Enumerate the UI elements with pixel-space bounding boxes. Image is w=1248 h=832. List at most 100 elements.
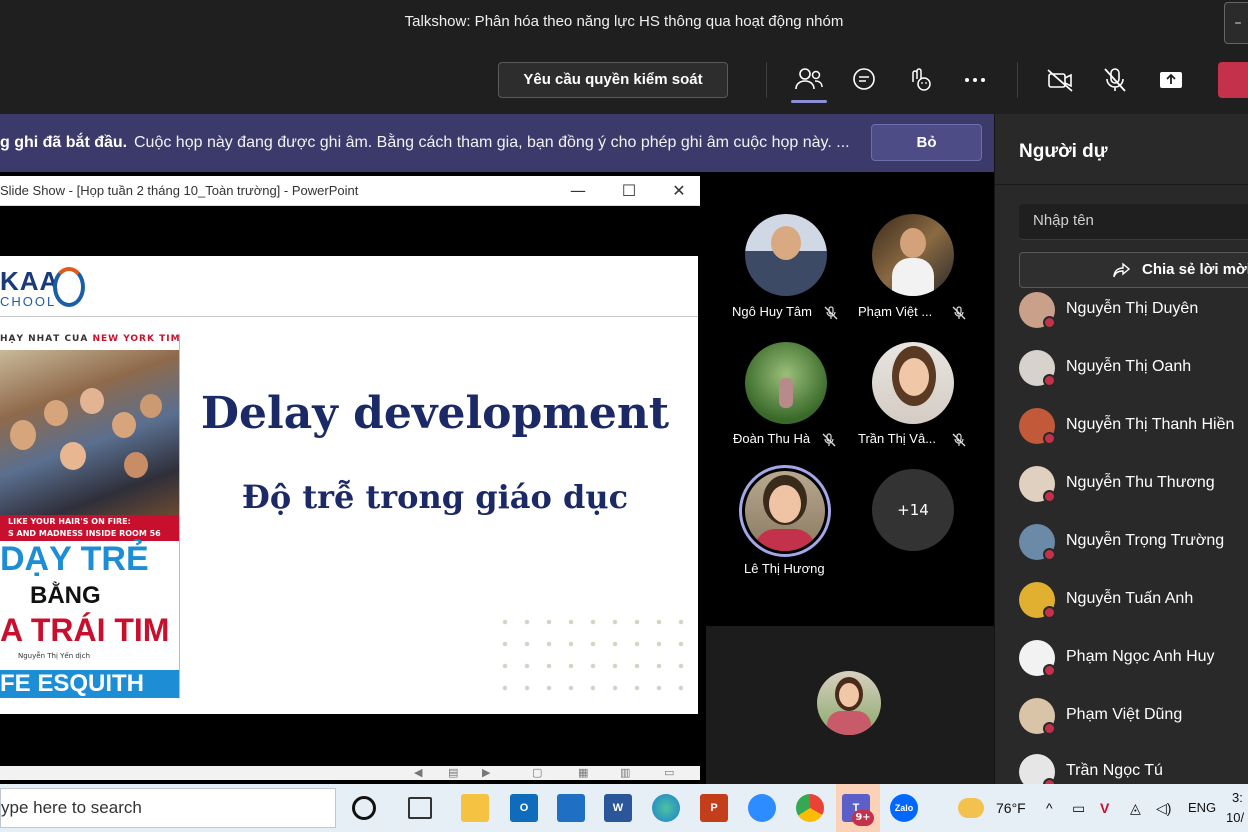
list-item[interactable]: Nguyễn Thị Duyên: [1019, 292, 1248, 332]
cortana-icon[interactable]: [352, 796, 376, 820]
taskbar-search-input[interactable]: ype here to search: [0, 788, 336, 828]
temperature: 76°F: [996, 800, 1026, 816]
book-top-text: HẠY NHẤT CỦA NEW YORK TIMES: [0, 334, 180, 344]
list-item[interactable]: Nguyễn Thị Thanh Hiền: [1019, 408, 1248, 448]
reactions-icon[interactable]: [903, 64, 937, 96]
language-indicator[interactable]: ENG: [1188, 800, 1216, 815]
self-avatar[interactable]: [817, 671, 881, 735]
title-bar: Talkshow: Phân hóa theo năng lực HS thôn…: [0, 0, 1248, 46]
mail-icon[interactable]: [557, 794, 585, 822]
decorative-dots: [494, 611, 684, 706]
person-name: Nguyễn Trọng Trường: [1066, 532, 1225, 549]
ppt-window-title: Slide Show - [Họp tuần 2 tháng 10_Toàn t…: [0, 183, 359, 198]
network-icon[interactable]: ◬: [1130, 800, 1141, 817]
weather-icon[interactable]: [958, 798, 984, 818]
more-icon[interactable]: [958, 64, 992, 96]
powerpoint-icon[interactable]: P: [700, 794, 728, 822]
clock-date[interactable]: 10/: [1226, 810, 1244, 825]
teams-meeting-window: Talkshow: Phân hóa theo năng lực HS thôn…: [0, 0, 1248, 832]
people-search-input[interactable]: Nhập tên: [1019, 204, 1248, 240]
request-control-button[interactable]: Yêu cầu quyền kiểm soát: [498, 62, 728, 98]
person-name: Phạm Ngọc Anh Huy: [1066, 648, 1215, 665]
volume-icon[interactable]: ◁): [1156, 800, 1171, 817]
person-name: Phạm Việt Dũng: [1066, 706, 1183, 723]
status-badge: [1043, 374, 1056, 387]
camera-off-icon[interactable]: [1043, 64, 1077, 96]
people-icon[interactable]: [792, 64, 826, 96]
battery-icon[interactable]: ▭: [1072, 800, 1085, 817]
participant-avatar[interactable]: [745, 342, 827, 424]
slide-subtitle: Độ trễ trong giáo dục: [241, 478, 629, 516]
ppt-status-bar: ◀ ▤ ▶ ▢ ▦ ▥ ▭: [0, 766, 700, 780]
edge-icon[interactable]: [652, 794, 680, 822]
slide-title: Delay development: [200, 388, 670, 439]
outlook-icon[interactable]: O: [510, 794, 538, 822]
book-title-line3: A TRÁI TIM: [0, 612, 170, 648]
leave-button[interactable]: [1218, 62, 1248, 98]
meeting-title: Talkshow: Phân hóa theo năng lực HS thôn…: [404, 13, 844, 30]
participant-avatar[interactable]: [872, 342, 954, 424]
recording-status: g ghi đã bắt đầu.: [0, 134, 128, 151]
reading-view-icon: ▥: [620, 766, 631, 779]
person-name: Nguyễn Thị Thanh Hiền: [1066, 416, 1235, 433]
word-icon[interactable]: W: [604, 794, 632, 822]
chrome-icon[interactable]: [796, 794, 824, 822]
more-participants-button[interactable]: +14: [872, 469, 954, 551]
book-band: LIKE YOUR HAIR'S ON FIRE: S AND MADNESS I…: [0, 515, 179, 541]
participant-avatar[interactable]: [872, 214, 954, 296]
toolbar-separator: [1017, 62, 1018, 98]
panel-divider: [995, 184, 1248, 185]
file-explorer-icon[interactable]: [461, 794, 489, 822]
windows-taskbar: ype here to search O W P T 9+ Zalo 76°F …: [0, 784, 1248, 832]
list-item[interactable]: Phạm Việt Dũng: [1019, 698, 1248, 738]
ppt-close-icon: ✕: [672, 181, 686, 200]
chat-icon[interactable]: [847, 64, 881, 96]
share-icon[interactable]: [1154, 64, 1188, 96]
ppt-maximize-icon: ☐: [621, 181, 637, 200]
person-name: Trần Ngọc Tú: [1066, 762, 1163, 779]
list-item[interactable]: Phạm Ngọc Anh Huy: [1019, 640, 1248, 680]
dismiss-button[interactable]: Bỏ: [871, 124, 982, 161]
minimize-button[interactable]: –: [1224, 2, 1248, 44]
status-badge: [1043, 548, 1056, 561]
slide: KAA CHOOL HẠY NHẤT CỦA NEW YORK TIMES LI…: [0, 256, 698, 714]
antivirus-icon[interactable]: V: [1100, 800, 1109, 816]
list-item[interactable]: Nguyễn Thị Oanh: [1019, 350, 1248, 390]
mic-off-icon: [822, 433, 836, 447]
panel-title: Người dự: [1019, 141, 1108, 162]
book-title-line2: BẰNG: [30, 582, 101, 609]
zoom-icon[interactable]: [748, 794, 776, 822]
person-name: Nguyễn Thị Duyên: [1066, 300, 1199, 317]
next-slide-icon: ▶: [482, 766, 491, 779]
list-item[interactable]: Nguyễn Trọng Trường: [1019, 524, 1248, 564]
participant-name: Lê Thị Hương: [744, 561, 825, 576]
status-badge: [1043, 606, 1056, 619]
status-badge: [1043, 722, 1056, 735]
chevron-up-icon[interactable]: ^: [1046, 800, 1053, 816]
share-icon: [1113, 262, 1131, 278]
participant-avatar[interactable]: [745, 214, 827, 296]
toolbar-separator: [766, 62, 767, 98]
clock-time[interactable]: 3:: [1232, 790, 1243, 805]
participant-name: Phạm Việt ...: [858, 304, 933, 319]
share-invite-button[interactable]: Chia sẻ lời mời: [1019, 252, 1248, 288]
mic-off-icon[interactable]: [1098, 64, 1132, 96]
book-author: FE ESQUITH: [0, 670, 179, 698]
participant-name: Đoàn Thu Hà: [733, 431, 811, 446]
list-item[interactable]: Nguyễn Tuấn Anh: [1019, 582, 1248, 622]
book-photo: [0, 350, 179, 515]
people-panel: Người dự Nhập tên Chia sẻ lời mời Nguyễn…: [994, 114, 1248, 791]
mic-off-icon: [824, 306, 838, 320]
task-view-icon[interactable]: [408, 797, 432, 819]
list-item[interactable]: Nguyễn Thu Thương: [1019, 466, 1248, 506]
meeting-toolbar: Yêu cầu quyền kiểm soát: [0, 46, 1248, 114]
book-translator: Nguyễn Thị Yến dịch: [18, 652, 91, 660]
participant-avatar[interactable]: [745, 471, 825, 551]
school-logo: KAA CHOOL: [0, 264, 100, 309]
shared-screen: Slide Show - [Họp tuần 2 tháng 10_Toàn t…: [0, 176, 700, 780]
person-name: Nguyễn Thu Thương: [1066, 474, 1215, 491]
recording-banner: g ghi đã bắt đầu. Cuộc họp này đang được…: [0, 114, 994, 172]
person-name: Nguyễn Tuấn Anh: [1066, 590, 1194, 607]
zalo-icon[interactable]: Zalo: [890, 794, 918, 822]
slideshow-view-icon: ▭: [664, 766, 675, 779]
